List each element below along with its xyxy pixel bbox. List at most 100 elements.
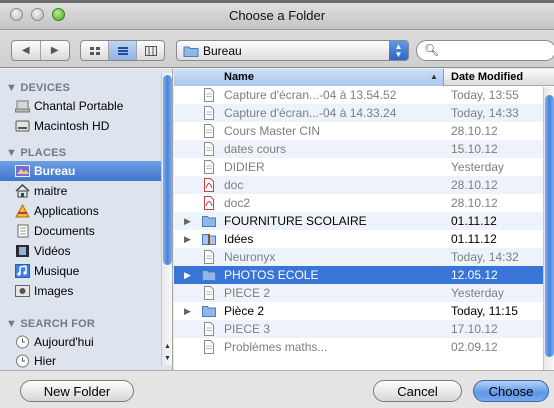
sidebar-item-label: Applications: [34, 204, 99, 218]
sidebar-item-images[interactable]: Images: [0, 281, 162, 301]
search-input[interactable]: [439, 43, 549, 58]
new-folder-button[interactable]: New Folder: [20, 380, 134, 402]
file-date-modified: 02.09.12: [451, 340, 498, 354]
folder-icon: [183, 46, 199, 57]
folder-icon: [202, 270, 216, 281]
clock-icon: [16, 335, 29, 349]
sort-ascending-icon: ▲: [430, 72, 438, 81]
folder-icon: [202, 306, 216, 317]
file-row[interactable]: Cours Master CIN 28.10.12: [174, 122, 554, 140]
sidebar-item-label: Documents: [34, 224, 95, 238]
sidebar-item-macintosh-hd[interactable]: Macintosh HD: [0, 116, 162, 136]
sidebar-item-label: Chantal Portable: [34, 99, 124, 113]
choose-button[interactable]: Choose: [473, 380, 549, 402]
hard-drive-icon: [15, 120, 30, 132]
disclosure-triangle-icon[interactable]: ▶: [184, 234, 191, 245]
window-top-edge: [0, 0, 554, 3]
window-title: Choose a Folder: [228, 8, 326, 23]
forward-button[interactable]: ▶: [41, 41, 69, 60]
sidebar-item-videos[interactable]: Vidéos: [0, 241, 162, 261]
file-date-modified: 17.10.12: [451, 322, 498, 336]
file-date-modified: Today, 14:33: [451, 106, 519, 120]
file-list-scroll-thumb[interactable]: [545, 95, 554, 357]
file-name: DIDIER: [224, 160, 265, 174]
file-row[interactable]: Problèmes maths... 02.09.12: [174, 338, 554, 356]
folder-icon: [202, 216, 216, 227]
sidebar-item-maitre[interactable]: maitre: [0, 181, 162, 201]
document-icon: [204, 142, 214, 156]
date-column-header[interactable]: Date Modified: [451, 71, 523, 83]
file-name: Capture d'écran...-04 à 14.33.24: [224, 106, 397, 120]
pictures-icon: [15, 285, 30, 297]
sidebar-item-musique[interactable]: Musique: [0, 261, 162, 281]
file-row[interactable]: ▶ Pièce 2 Today, 11:15: [174, 302, 554, 320]
sidebar-item-label: Macintosh HD: [34, 119, 110, 133]
file-name: dates cours: [224, 142, 287, 156]
file-row[interactable]: ▶ PHOTOS ECOLE 12.05.12: [174, 266, 554, 284]
file-date-modified: 01.11.12: [451, 214, 497, 228]
disclosure-triangle-icon[interactable]: ▶: [184, 306, 191, 317]
sidebar-item-hier[interactable]: Hier: [0, 351, 162, 370]
title-bar[interactable]: Choose a Folder: [0, 0, 554, 30]
file-row[interactable]: ▶ Idées 01.11.12: [174, 230, 554, 248]
sidebar-item-label: Aujourd'hui: [34, 335, 94, 349]
back-forward-control: ◀ ▶: [11, 40, 70, 61]
updown-arrows-icon: ▲ ▼: [389, 41, 408, 60]
back-button[interactable]: ◀: [12, 41, 41, 60]
name-column-header[interactable]: Name ▲: [174, 69, 444, 86]
file-row[interactable]: Capture d'écran...-04 à 14.33.24 Today, 1…: [174, 104, 554, 122]
sidebar-item-label: Hier: [34, 354, 57, 368]
file-name: Cours Master CIN: [224, 124, 321, 138]
file-row[interactable]: doc 28.10.12: [174, 176, 554, 194]
file-name: Problèmes maths...: [224, 340, 328, 354]
sidebar-item-label: Images: [34, 284, 74, 298]
sidebar-scrollbar[interactable]: ▲ ▼: [161, 73, 172, 365]
file-row[interactable]: ▶ FOURNITURE SCOLAIRE 01.11.12: [174, 212, 554, 230]
location-popup[interactable]: Bureau ▲ ▼: [176, 40, 409, 61]
disclosure-triangle-icon[interactable]: ▶: [184, 270, 191, 281]
sidebar-header-places: ▼ PLACES: [6, 147, 67, 159]
document-icon: [204, 250, 214, 264]
scroll-up-arrow-icon[interactable]: ▲: [162, 341, 172, 352]
document-icon: [204, 340, 214, 354]
file-row[interactable]: PIECE 2 Yesterday: [174, 284, 554, 302]
file-list-scrollbar[interactable]: [543, 87, 554, 370]
file-date-modified: Yesterday: [451, 286, 504, 300]
sidebar-item-label: Musique: [34, 264, 80, 278]
file-row[interactable]: Neuronyx Today, 14:32: [174, 248, 554, 266]
file-date-modified: Today, 11:15: [451, 304, 518, 318]
bottom-bar: New Folder Cancel Choose: [0, 370, 554, 408]
file-row[interactable]: Capture d'écran...-04 à 13.54.52 Today, 1…: [174, 86, 554, 104]
file-name: PIECE 2: [224, 286, 271, 300]
file-name: Pièce 2: [224, 304, 265, 318]
scroll-down-arrow-icon[interactable]: ▼: [162, 353, 172, 364]
column-view-button[interactable]: [137, 41, 164, 60]
file-name: Idées: [224, 232, 254, 246]
applications-icon: [15, 204, 30, 218]
file-row[interactable]: doc2 28.10.12: [174, 194, 554, 212]
sidebar-item-chantal-portable[interactable]: Chantal Portable: [0, 96, 162, 116]
location-label: Bureau: [203, 44, 242, 58]
icon-view-icon: [89, 46, 100, 55]
list-view-icon: [117, 46, 128, 55]
search-icon: 🔍︎: [424, 43, 440, 57]
sidebar-item-applications[interactable]: Applications: [0, 201, 162, 221]
file-row[interactable]: dates cours 15.10.12: [174, 140, 554, 158]
sidebar-item-aujourdhui[interactable]: Aujourd'hui: [0, 332, 162, 352]
disclosure-triangle-icon[interactable]: ▶: [184, 216, 191, 227]
document-icon: [204, 124, 214, 138]
sidebar-item-bureau[interactable]: Bureau: [0, 161, 162, 181]
search-field[interactable]: 🔍︎: [416, 40, 554, 61]
document-icon: [204, 160, 214, 174]
cancel-button[interactable]: Cancel: [373, 380, 462, 402]
file-row[interactable]: PIECE 3 17.10.12: [174, 320, 554, 338]
file-row[interactable]: DIDIER Yesterday: [174, 158, 554, 176]
list-view-button[interactable]: [109, 41, 137, 60]
sidebar: ▼ DEVICES Chantal Portable Macintosh HD …: [0, 69, 173, 370]
icon-view-button[interactable]: [81, 41, 109, 60]
home-icon: [15, 184, 30, 198]
file-date-modified: 15.10.12: [451, 142, 498, 156]
sidebar-scroll-thumb[interactable]: [163, 75, 172, 265]
movies-icon: [16, 245, 29, 257]
sidebar-item-documents[interactable]: Documents: [0, 221, 162, 241]
